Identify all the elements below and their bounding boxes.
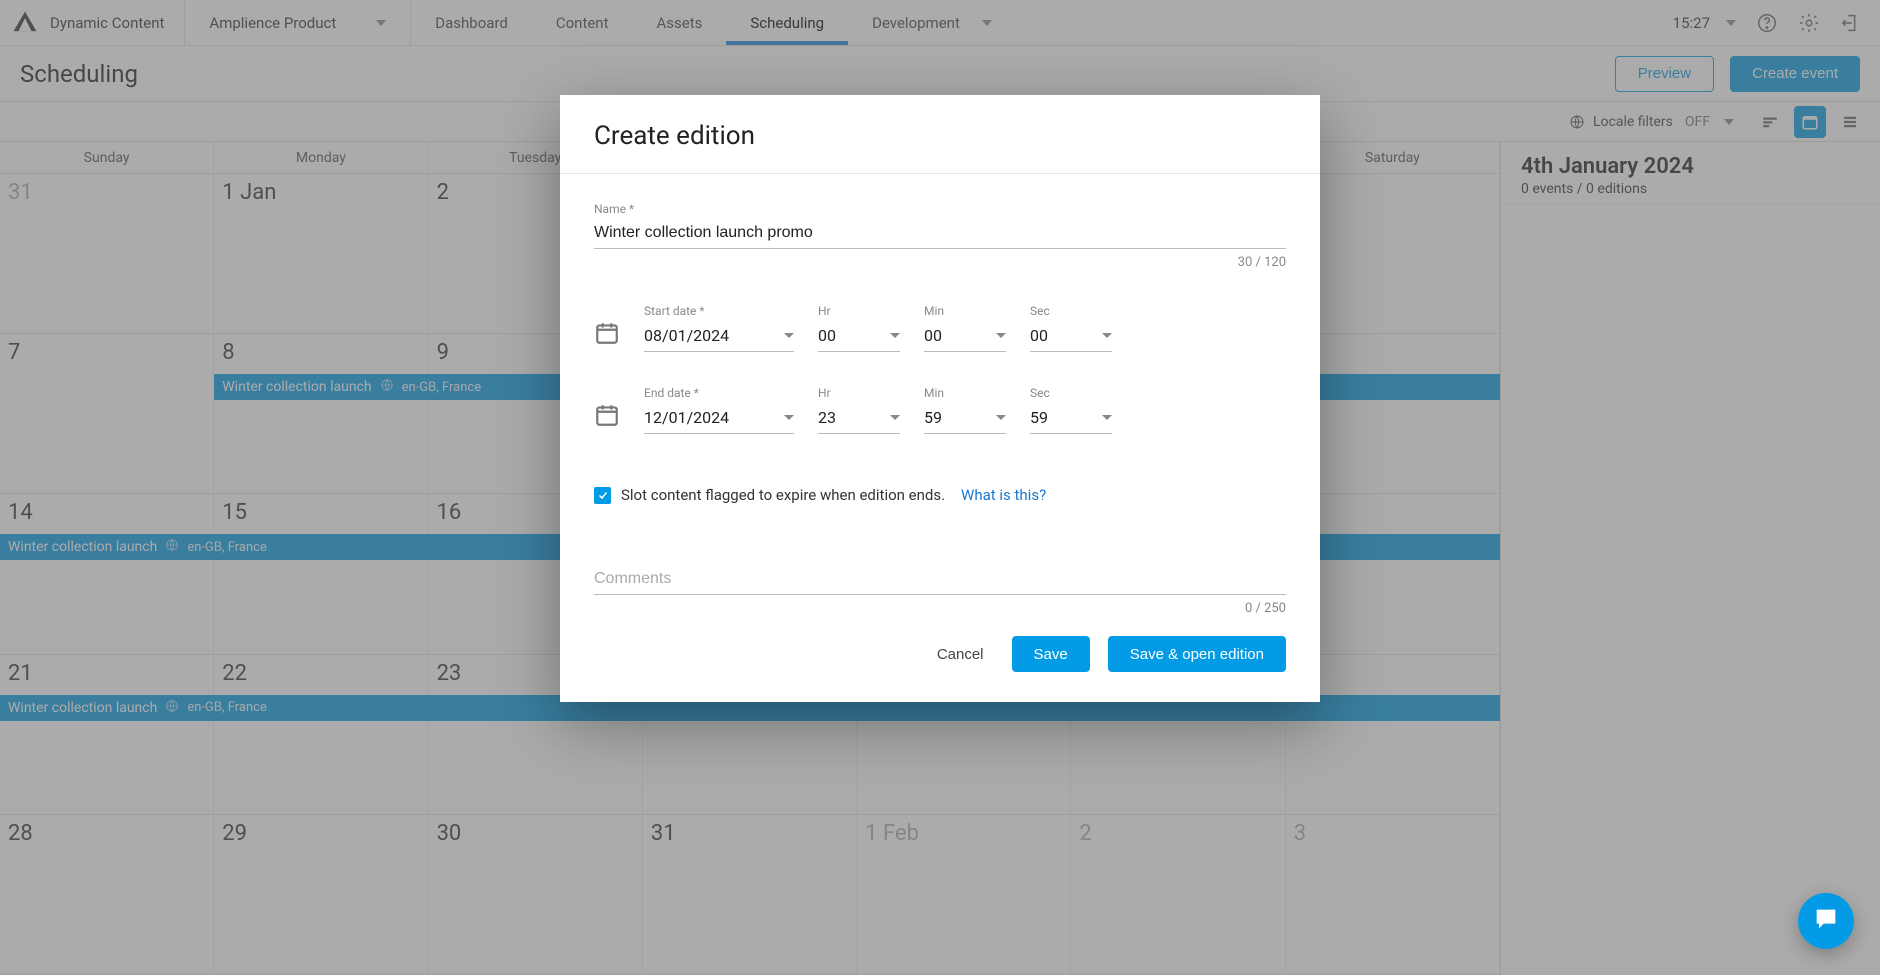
start-date-label: Start date * xyxy=(644,304,794,318)
chevron-down-icon xyxy=(996,415,1006,420)
end-min-select[interactable]: 59 xyxy=(924,402,1006,434)
end-hr-select[interactable]: 23 xyxy=(818,402,900,434)
start-min-label: Min xyxy=(924,304,1006,318)
start-min-value: 00 xyxy=(924,326,942,345)
end-min-value: 59 xyxy=(924,408,942,427)
start-min-select[interactable]: 00 xyxy=(924,320,1006,352)
start-date-field: Start date * 08/01/2024 xyxy=(644,304,794,352)
modal-title: Create edition xyxy=(594,121,1286,151)
start-date-picker[interactable]: 08/01/2024 xyxy=(644,320,794,352)
end-sec-select[interactable]: 59 xyxy=(1030,402,1112,434)
cancel-button[interactable]: Cancel xyxy=(927,646,994,663)
end-datetime-row: End date * 12/01/2024 Hr 23 Min 59 xyxy=(594,386,1286,434)
start-hr-field: Hr 00 xyxy=(818,304,900,352)
chevron-down-icon xyxy=(784,333,794,338)
calendar-icon xyxy=(594,402,620,428)
end-date-label: End date * xyxy=(644,386,794,400)
end-hr-value: 23 xyxy=(818,408,836,427)
comments-field: 0 / 250 xyxy=(594,564,1286,616)
start-hr-select[interactable]: 00 xyxy=(818,320,900,352)
comments-input[interactable] xyxy=(594,564,1286,595)
chevron-down-icon xyxy=(1102,415,1112,420)
chat-icon xyxy=(1812,905,1840,937)
end-date-picker[interactable]: 12/01/2024 xyxy=(644,402,794,434)
start-sec-field: Sec 00 xyxy=(1030,304,1112,352)
end-hr-label: Hr xyxy=(818,386,900,400)
end-sec-value: 59 xyxy=(1030,408,1048,427)
save-button[interactable]: Save xyxy=(1012,636,1090,672)
chevron-down-icon xyxy=(890,333,900,338)
what-is-this-link[interactable]: What is this? xyxy=(961,486,1046,504)
name-label: Name * xyxy=(594,202,1286,216)
start-sec-value: 00 xyxy=(1030,326,1048,345)
start-datetime-row: Start date * 08/01/2024 Hr 00 Min 00 xyxy=(594,304,1286,352)
chat-fab[interactable] xyxy=(1798,893,1854,949)
slot-expire-label: Slot content flagged to expire when edit… xyxy=(621,486,945,504)
end-min-field: Min 59 xyxy=(924,386,1006,434)
slot-expire-checkbox[interactable] xyxy=(594,487,611,504)
edition-name-input[interactable] xyxy=(594,218,1286,249)
end-sec-field: Sec 59 xyxy=(1030,386,1112,434)
start-min-field: Min 00 xyxy=(924,304,1006,352)
start-date-value: 08/01/2024 xyxy=(644,326,729,345)
modal-body: Name * 30 / 120 Start date * 08/01/2024 … xyxy=(560,174,1320,626)
modal-overlay: Create edition Name * 30 / 120 Start dat… xyxy=(0,0,1880,975)
chevron-down-icon xyxy=(890,415,900,420)
chevron-down-icon xyxy=(784,415,794,420)
start-sec-label: Sec xyxy=(1030,304,1112,318)
start-hr-label: Hr xyxy=(818,304,900,318)
button-label: Save xyxy=(1034,646,1068,663)
calendar-icon xyxy=(594,320,620,346)
start-hr-value: 00 xyxy=(818,326,836,345)
end-date-field: End date * 12/01/2024 xyxy=(644,386,794,434)
end-date-value: 12/01/2024 xyxy=(644,408,729,427)
button-label: Save & open edition xyxy=(1130,646,1264,663)
start-sec-select[interactable]: 00 xyxy=(1030,320,1112,352)
button-label: Cancel xyxy=(937,646,984,663)
save-open-button[interactable]: Save & open edition xyxy=(1108,636,1286,672)
name-char-count: 30 / 120 xyxy=(594,255,1286,270)
end-hr-field: Hr 23 xyxy=(818,386,900,434)
modal-footer: Cancel Save Save & open edition xyxy=(560,626,1320,702)
slot-expire-row: Slot content flagged to expire when edit… xyxy=(594,486,1286,504)
chevron-down-icon xyxy=(1102,333,1112,338)
chevron-down-icon xyxy=(996,333,1006,338)
end-sec-label: Sec xyxy=(1030,386,1112,400)
comments-char-count: 0 / 250 xyxy=(594,601,1286,616)
create-edition-modal: Create edition Name * 30 / 120 Start dat… xyxy=(560,95,1320,702)
modal-header: Create edition xyxy=(560,95,1320,174)
end-min-label: Min xyxy=(924,386,1006,400)
